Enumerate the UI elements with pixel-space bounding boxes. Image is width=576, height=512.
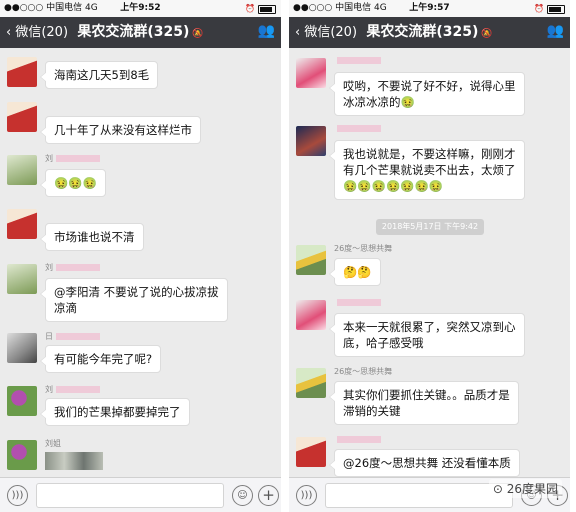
mute-bell-icon: 🔕	[481, 29, 493, 39]
chat-title: 果农交流群(325) 🔕	[77, 24, 204, 40]
nav-bar: ‹ 微信(20) 果农交流群(325) 🔕 👥	[0, 17, 281, 48]
avatar[interactable]	[7, 333, 37, 363]
voice-icon[interactable]: )))	[296, 485, 317, 506]
status-bar: ●●○○○ 中国电信 4G 上午9:57 ⏰	[289, 0, 570, 17]
alarm-icon: ⏰	[245, 4, 255, 13]
alarm-icon: ⏰	[534, 4, 544, 13]
message: 26度～思想共舞 🤔🤔	[296, 244, 566, 291]
message: 哎哟，不要说了好不好，说得心里 冰凉冰凉的🤢	[296, 56, 566, 118]
avatar[interactable]	[296, 58, 326, 88]
message: 我也说就是，不要这样嘛，刚刚才 有几个芒果就说卖不出去，太烦了 🤢🤢🤢🤢🤢🤢🤢	[296, 124, 566, 204]
message: 刘 🤢🤢🤢	[7, 153, 277, 203]
message-bubble[interactable]: 海南这几天5到8毛	[39, 61, 159, 89]
sender-name: 刘姐	[45, 439, 61, 448]
chat-timestamp: 2018年5月17日 下午9:42	[376, 219, 484, 235]
message-bubble[interactable]: @李阳清 不要说了说的心拔凉拔 凉滴	[40, 278, 228, 322]
right-chat-screen: ●●○○○ 中国电信 4G 上午9:57 ⏰ ‹ 微信(20) 果农交流群(32…	[289, 0, 570, 512]
message-photo[interactable]	[45, 452, 103, 470]
message-bubble[interactable]: 🤢🤢🤢	[40, 169, 106, 197]
avatar[interactable]	[7, 440, 37, 470]
avatar[interactable]	[296, 126, 326, 156]
message-bubble[interactable]: 我也说就是，不要这样嘛，刚刚才 有几个芒果就说卖不出去，太烦了 🤢🤢🤢🤢🤢🤢🤢	[329, 140, 525, 200]
sender-name: 日	[45, 331, 100, 342]
message: @26度～思想共舞 还没看懂本质	[296, 435, 566, 477]
avatar[interactable]	[296, 300, 326, 330]
message-bubble[interactable]: 有可能今年完了呢?	[39, 345, 162, 373]
message: 本来一天就很累了，突然又凉到心 底，哈子感受哦	[296, 298, 566, 358]
avatar[interactable]	[7, 386, 37, 416]
message-bubble[interactable]: @26度～思想共舞 还没看懂本质	[329, 449, 520, 477]
message-bubble[interactable]: 其实你们要抓住关键。。品质才是 滞销的关键	[329, 381, 519, 425]
message-bubble[interactable]: 哎哟，不要说了好不好，说得心里 冰凉冰凉的🤢	[329, 72, 525, 116]
group-info-icon[interactable]: 👥	[258, 23, 275, 39]
emoji-icon[interactable]: ☺	[232, 485, 253, 506]
status-time: 上午9:57	[409, 3, 450, 13]
voice-icon[interactable]: )))	[7, 485, 28, 506]
message: 市场谁也说不清	[7, 209, 277, 251]
sender-name: 26度～思想共舞	[334, 367, 393, 376]
sender-name	[334, 435, 381, 444]
avatar[interactable]	[7, 57, 37, 87]
group-info-icon[interactable]: 👥	[547, 23, 564, 39]
sender-name: 刘	[45, 262, 100, 273]
avatar[interactable]	[296, 245, 326, 275]
mute-bell-icon: 🔕	[192, 29, 204, 39]
watermark: ⊙ 26度果园	[488, 479, 562, 498]
plus-icon[interactable]: +	[258, 485, 279, 506]
avatar[interactable]	[296, 437, 326, 467]
avatar[interactable]	[7, 102, 37, 132]
message-bubble[interactable]: 几十年了从来没有这样烂市	[40, 116, 201, 144]
message: 刘 @李阳清 不要说了说的心拔凉拔 凉滴	[7, 262, 277, 328]
sender-name: 26度～思想共舞	[334, 244, 393, 253]
chat-title: 果农交流群(325) 🔕	[366, 24, 493, 40]
message: 日 有可能今年完了呢?	[7, 331, 277, 379]
message: 几十年了从来没有这样烂市	[7, 102, 277, 144]
message: 26度～思想共舞 其实你们要抓住关键。。品质才是 滞销的关键	[296, 367, 566, 426]
message-bubble[interactable]: 我们的芒果掉都要掉完了	[40, 398, 190, 426]
message: 海南这几天5到8毛	[7, 57, 277, 97]
sender-name	[334, 124, 381, 133]
message-input[interactable]	[325, 483, 513, 508]
status-time: 上午9:52	[120, 3, 161, 13]
sender-name	[334, 56, 381, 65]
battery-icon	[258, 5, 276, 14]
left-chat-screen: ●●○○○ 中国电信 4G 上午9:52 ⏰ ‹ 微信(20) 果农交流群(32…	[0, 0, 281, 512]
input-bar: ))) ☺ +	[0, 477, 281, 512]
sender-name	[334, 298, 381, 307]
avatar[interactable]	[7, 209, 37, 239]
message-bubble[interactable]: 市场谁也说不清	[40, 223, 144, 251]
message-bubble[interactable]: 🤔🤔	[329, 258, 381, 286]
nav-bar: ‹ 微信(20) 果农交流群(325) 🔕 👥	[289, 17, 570, 48]
message-input[interactable]	[36, 483, 224, 508]
message: 刘 我们的芒果掉都要掉完了	[7, 384, 277, 432]
avatar[interactable]	[7, 264, 37, 294]
avatar[interactable]	[296, 368, 326, 398]
message: 刘姐	[7, 439, 277, 474]
message-bubble[interactable]: 本来一天就很累了，突然又凉到心 底，哈子感受哦	[329, 313, 525, 357]
battery-icon	[547, 5, 565, 14]
status-bar: ●●○○○ 中国电信 4G 上午9:52 ⏰	[0, 0, 281, 17]
avatar[interactable]	[7, 155, 37, 185]
sender-name: 刘	[45, 153, 100, 164]
sender-name: 刘	[45, 384, 100, 395]
